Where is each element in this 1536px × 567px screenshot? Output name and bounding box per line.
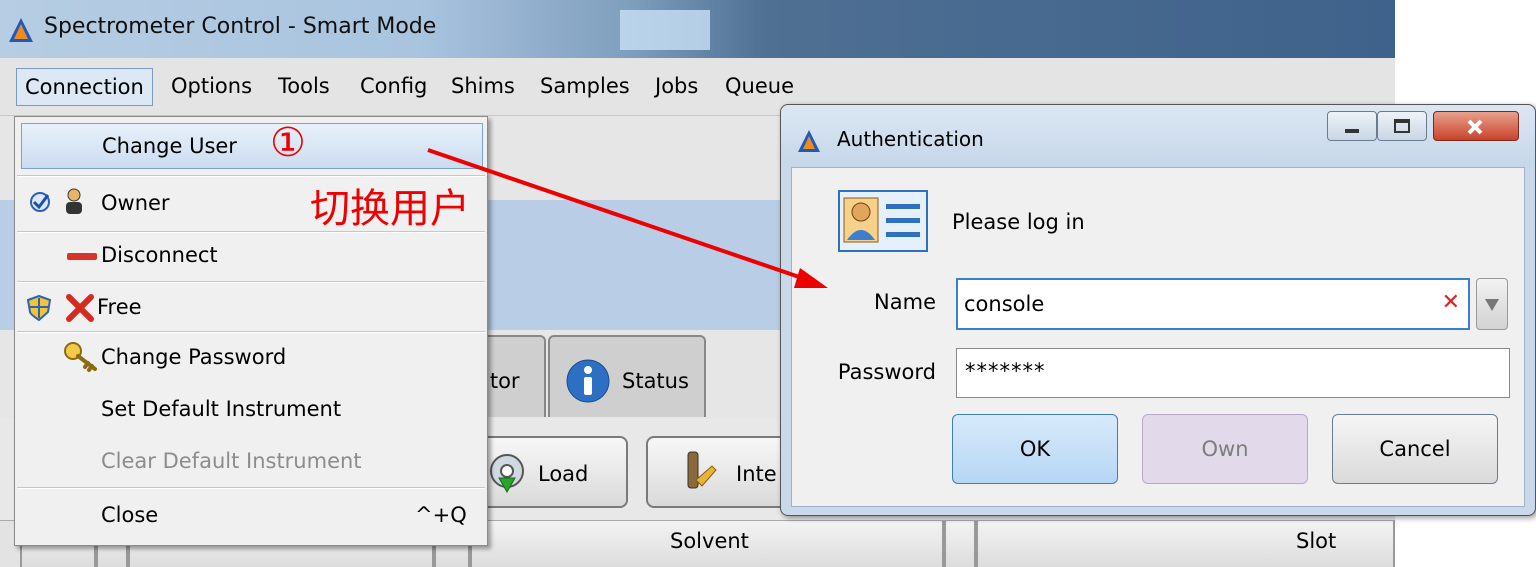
login-prompt: Please log in: [952, 210, 1085, 234]
app-logo-icon: [9, 18, 33, 42]
owner-label: Owner: [101, 191, 170, 215]
chevron-down-icon: [1485, 299, 1499, 311]
tab-status-label: Status: [622, 369, 689, 393]
disconnect-icon: [67, 253, 97, 260]
close-button[interactable]: [1433, 111, 1519, 141]
menu-separator: [17, 487, 485, 489]
load-button-label: Load: [538, 462, 589, 486]
interactive-button[interactable]: Inte: [646, 436, 796, 508]
menu-options[interactable]: Options: [163, 68, 260, 106]
close-icon: [1467, 119, 1483, 135]
own-button[interactable]: Own: [1142, 414, 1308, 484]
ok-button-label: OK: [1019, 437, 1051, 461]
menu-jobs[interactable]: Jobs: [647, 68, 706, 106]
menu-item-change-user[interactable]: Change User: [21, 123, 483, 169]
close-shortcut: ^+Q: [415, 503, 467, 527]
tab-status[interactable]: Status: [548, 335, 706, 417]
shield-icon: [27, 295, 51, 321]
window-title: Spectrometer Control - Smart Mode: [44, 14, 437, 39]
name-input[interactable]: console ✕: [956, 278, 1470, 330]
clear-default-instrument-label: Clear Default Instrument: [101, 449, 362, 473]
free-label: Free: [97, 295, 142, 319]
dialog-title-bar: Authentication: [781, 105, 1535, 167]
column-solvent-label: Solvent: [670, 529, 749, 553]
name-dropdown-button[interactable]: [1476, 278, 1508, 330]
menu-samples[interactable]: Samples: [532, 68, 638, 106]
close-x-icon: [66, 294, 94, 322]
dialog-body: Please log in Name console ✕ Password **…: [791, 167, 1525, 507]
menu-tools[interactable]: Tools: [270, 68, 338, 106]
menu-shims[interactable]: Shims: [443, 68, 523, 106]
load-button[interactable]: Load: [470, 436, 628, 508]
authentication-dialog: Authentication Please log in Name consol…: [780, 104, 1536, 516]
cancel-button[interactable]: Cancel: [1332, 414, 1498, 484]
maximize-button[interactable]: [1377, 111, 1427, 141]
menu-item-change-password[interactable]: Change Password: [15, 333, 487, 383]
set-default-instrument-label: Set Default Instrument: [101, 397, 342, 421]
tab-monitor-label: itor: [484, 369, 520, 393]
table-column-solvent[interactable]: Solvent: [470, 521, 944, 567]
maximize-icon: [1394, 119, 1410, 133]
tube-wrench-icon: [687, 451, 717, 489]
load-sample-icon: [490, 454, 524, 494]
dialog-title: Authentication: [837, 127, 984, 151]
name-input-value: console: [964, 292, 1045, 316]
info-icon: [566, 359, 610, 403]
annotation-step-number: ①: [270, 120, 306, 166]
own-button-label: Own: [1201, 437, 1249, 461]
menu-item-disconnect[interactable]: Disconnect: [15, 231, 487, 281]
menu-config[interactable]: Config: [352, 68, 435, 106]
column-slot-label: Slot: [1296, 529, 1337, 553]
ok-button[interactable]: OK: [952, 414, 1118, 484]
menu-connection[interactable]: Connection: [16, 68, 153, 106]
change-user-label: Change User: [102, 134, 237, 158]
annotation-note: 切换用户: [310, 186, 470, 232]
password-label: Password: [837, 360, 936, 384]
menu-queue[interactable]: Queue: [717, 68, 802, 106]
close-label: Close: [101, 503, 159, 527]
menu-item-close[interactable]: Close ^+Q: [15, 491, 487, 541]
clear-x-icon[interactable]: ✕: [1442, 290, 1460, 315]
change-password-label: Change Password: [101, 345, 287, 369]
minimize-icon: [1345, 129, 1359, 133]
table-column-slot[interactable]: Slot: [976, 521, 1395, 567]
password-input-value: *******: [965, 359, 1046, 383]
menu-item-clear-default-instrument[interactable]: Clear Default Instrument: [15, 437, 487, 487]
minimize-button[interactable]: [1327, 111, 1377, 141]
user-card-icon: [838, 190, 928, 252]
name-label: Name: [874, 290, 936, 314]
app-logo-icon: [798, 130, 820, 152]
menu-item-free[interactable]: Free: [15, 283, 487, 333]
password-input[interactable]: *******: [956, 348, 1510, 398]
menu-item-set-default-instrument[interactable]: Set Default Instrument: [15, 385, 487, 435]
disconnect-label: Disconnect: [101, 243, 218, 267]
key-icon: [64, 342, 97, 372]
table-column-sep2[interactable]: [944, 521, 976, 567]
cancel-button-label: Cancel: [1379, 437, 1451, 461]
check-icon: [30, 192, 50, 212]
user-icon: [66, 188, 82, 214]
title-bar: Spectrometer Control - Smart Mode: [0, 0, 1395, 58]
screen: Spectrometer Control - Smart Mode Connec…: [0, 0, 1536, 567]
interactive-button-label: Inte: [736, 462, 777, 486]
